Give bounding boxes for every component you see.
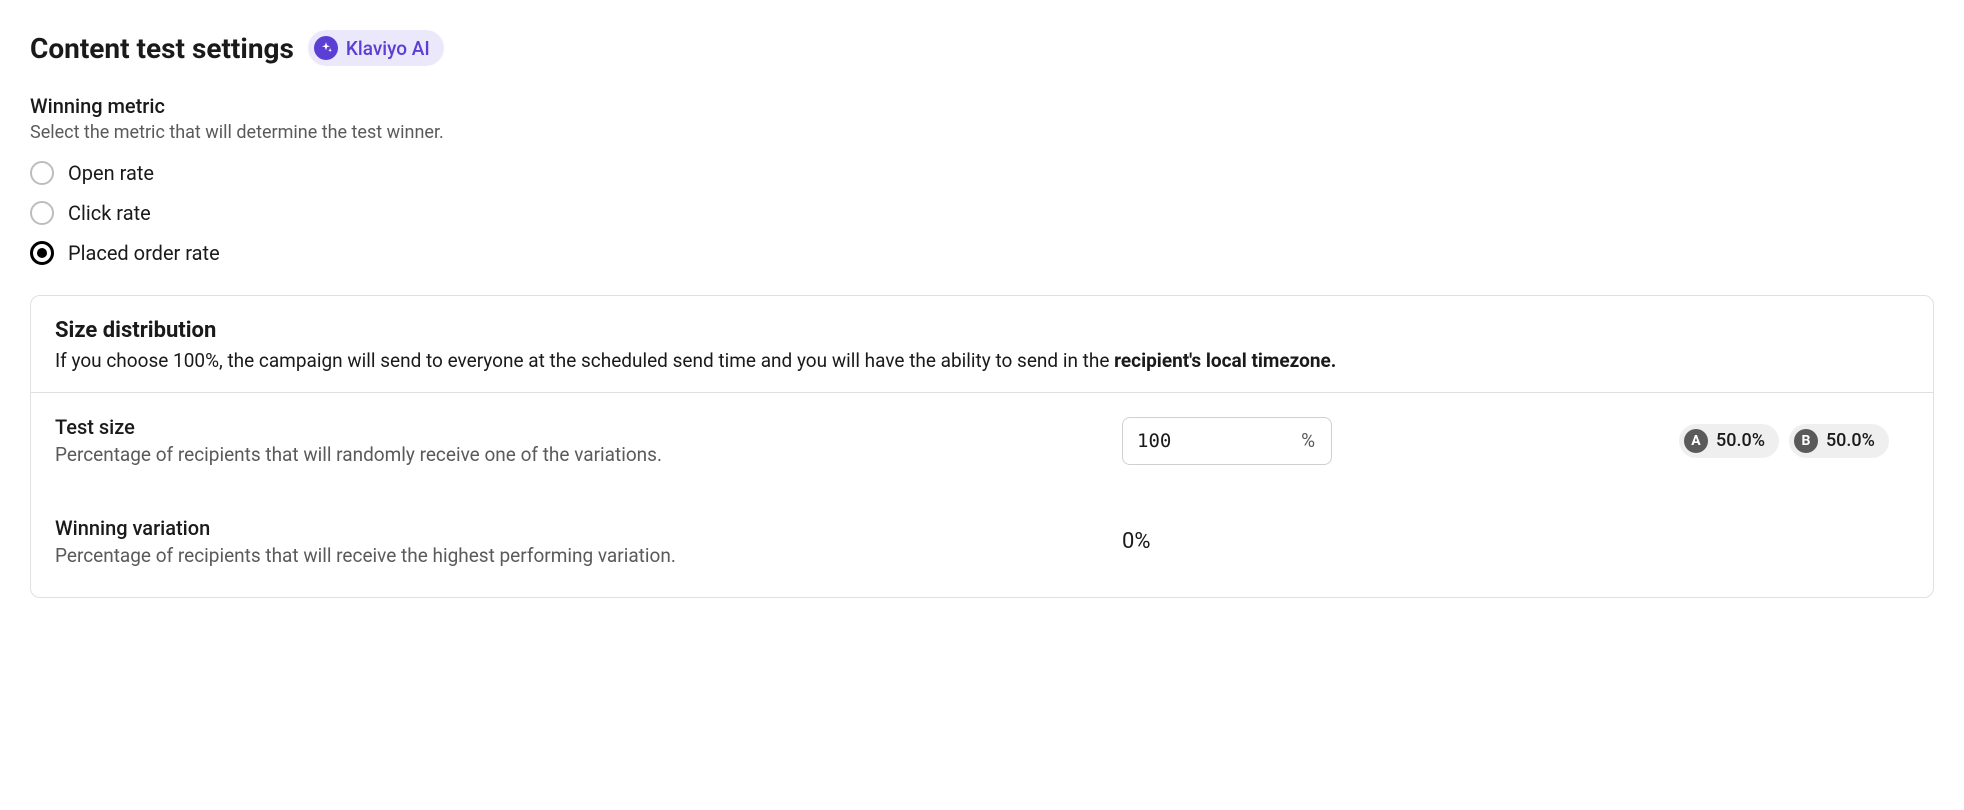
radio-open-rate[interactable]: Open rate xyxy=(30,161,1934,185)
test-size-subtext: Percentage of recipients that will rando… xyxy=(55,443,775,466)
winning-variation-subtext: Percentage of recipients that will recei… xyxy=(55,544,775,567)
winning-variation-row: Winning variation Percentage of recipien… xyxy=(55,516,1909,567)
page-header: Content test settings Klaviyo AI xyxy=(30,30,1934,66)
size-distribution-title: Size distribution xyxy=(55,318,1909,343)
percent-suffix: % xyxy=(1285,429,1331,452)
winning-variation-value: 0% xyxy=(1122,529,1332,554)
test-size-input-wrap: % xyxy=(1122,417,1332,465)
winning-variation-text: Winning variation Percentage of recipien… xyxy=(55,516,775,567)
size-distribution-description: If you choose 100%, the campaign will se… xyxy=(55,349,1909,372)
radio-icon xyxy=(30,241,54,265)
description-bold: recipient's local timezone. xyxy=(1114,349,1336,372)
ai-badge[interactable]: Klaviyo AI xyxy=(308,30,444,66)
test-size-row: Test size Percentage of recipients that … xyxy=(55,415,1909,466)
variation-b-letter: B xyxy=(1794,429,1818,453)
page-title: Content test settings xyxy=(30,32,294,65)
winning-metric-section: Winning metric Select the metric that wi… xyxy=(30,94,1934,265)
sparkle-icon xyxy=(314,36,338,60)
winning-variation-title: Winning variation xyxy=(55,516,775,540)
variation-a-letter: A xyxy=(1684,429,1708,453)
radio-label: Click rate xyxy=(68,201,151,225)
test-size-title: Test size xyxy=(55,415,775,439)
variation-b-badge: B 50.0% xyxy=(1789,424,1889,458)
size-distribution-panel: Size distribution If you choose 100%, th… xyxy=(30,295,1934,598)
ai-badge-label: Klaviyo AI xyxy=(346,37,430,60)
radio-label: Placed order rate xyxy=(68,241,220,265)
radio-label: Open rate xyxy=(68,161,154,185)
variation-badges: A 50.0% B 50.0% xyxy=(1679,424,1889,458)
winning-metric-subtext: Select the metric that will determine th… xyxy=(30,122,1934,143)
variation-a-percent: 50.0% xyxy=(1716,430,1765,451)
test-size-text: Test size Percentage of recipients that … xyxy=(55,415,775,466)
winning-metric-heading: Winning metric xyxy=(30,94,1934,118)
radio-placed-order-rate[interactable]: Placed order rate xyxy=(30,241,1934,265)
size-distribution-body: Test size Percentage of recipients that … xyxy=(31,393,1933,597)
test-size-input[interactable] xyxy=(1123,418,1285,464)
size-distribution-header: Size distribution If you choose 100%, th… xyxy=(31,296,1933,393)
radio-icon xyxy=(30,201,54,225)
variation-b-percent: 50.0% xyxy=(1826,430,1875,451)
winning-metric-radio-group: Open rate Click rate Placed order rate xyxy=(30,161,1934,265)
radio-icon xyxy=(30,161,54,185)
radio-click-rate[interactable]: Click rate xyxy=(30,201,1934,225)
variation-a-badge: A 50.0% xyxy=(1679,424,1779,458)
description-text: If you choose 100%, the campaign will se… xyxy=(55,349,1114,372)
